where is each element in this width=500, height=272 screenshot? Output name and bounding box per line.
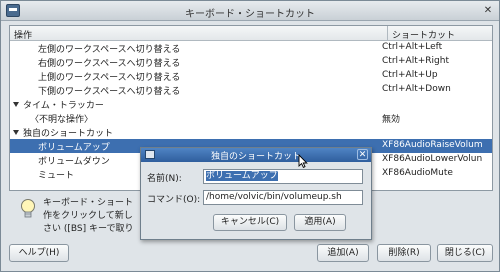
row-shortcut-label: 無効 — [382, 115, 401, 125]
name-field[interactable]: ボリュームアップ — [203, 169, 363, 184]
row-action-label: ボリュームダウン — [38, 157, 110, 167]
dialog-titlebar[interactable]: 独自のショートカット ✕ — [141, 148, 371, 162]
row-shortcut-label: Ctrl+Alt+Right — [382, 56, 449, 66]
list-row-workspace-left[interactable]: 左側のワークスペースへ切り替える Ctrl+Alt+Left — [10, 41, 492, 55]
list-group-custom-shortcuts[interactable]: 独自のショートカット — [10, 125, 492, 139]
command-label: コマンド(O): — [147, 195, 201, 205]
list-row-workspace-down[interactable]: 下側のワークスペースへ切り替える Ctrl+Alt+Down — [10, 83, 492, 97]
list-row-workspace-right[interactable]: 右側のワークスペースへ切り替える Ctrl+Alt+Right — [10, 55, 492, 69]
help-button[interactable]: ヘルプ(H) — [9, 244, 69, 262]
list-header: 操作 ショートカット — [10, 26, 492, 41]
apply-button[interactable]: 適用(A) — [294, 214, 346, 231]
command-field[interactable]: /home/volvic/bin/volumeup.sh — [203, 190, 363, 205]
row-action-label: ボリュームアップ — [38, 143, 110, 153]
row-action-label: 左側のワークスペースへ切り替える — [38, 45, 181, 55]
window-close-icon[interactable]: ✕ — [481, 4, 495, 18]
row-action-label: 〈不明な操作〉 — [30, 115, 94, 125]
window-titlebar[interactable]: キーボード・ショートカット ✕ — [1, 1, 499, 21]
name-label: 名前(N): — [147, 174, 182, 184]
lightbulb-icon — [21, 199, 35, 218]
mouse-pointer-icon — [298, 154, 308, 168]
list-row-workspace-up[interactable]: 上側のワークスペースへ切り替える Ctrl+Alt+Up — [10, 69, 492, 83]
row-shortcut-label: Ctrl+Alt+Left — [382, 42, 443, 52]
column-header-action[interactable]: 操作 — [14, 28, 32, 41]
close-button[interactable]: 閉じる(C) — [437, 244, 493, 262]
cancel-button[interactable]: キャンセル(C) — [213, 214, 287, 231]
name-field-value: ボリュームアップ — [206, 171, 278, 181]
row-action-label: 下側のワークスペースへ切り替える — [38, 87, 181, 97]
group-label-custom: 独自のショートカット — [13, 126, 113, 139]
row-action-label: 右側のワークスペースへ切り替える — [38, 59, 181, 69]
row-shortcut-label: XF86AudioMute — [382, 168, 453, 178]
window-title: キーボード・ショートカット — [185, 9, 315, 20]
row-shortcut-label: XF86AudioLowerVolun — [382, 154, 483, 164]
expander-triangle-icon[interactable] — [13, 130, 19, 135]
custom-shortcut-dialog: 独自のショートカット ✕ 名前(N): ボリュームアップ コマンド(O): /h… — [140, 147, 372, 240]
row-action-label: ミュート — [38, 171, 75, 181]
expander-triangle-icon[interactable] — [13, 102, 19, 107]
add-button[interactable]: 追加(A) — [317, 244, 369, 262]
dialog-title: 独自のショートカット — [210, 152, 301, 162]
row-shortcut-label: XF86AudioRaiseVolum — [382, 140, 483, 150]
list-group-time-tracker[interactable]: タイム・トラッカー — [10, 97, 492, 111]
column-header-shortcut[interactable]: ショートカット — [392, 28, 455, 41]
group-label: タイム・トラッカー — [23, 101, 104, 111]
row-shortcut-label: Ctrl+Alt+Down — [382, 84, 451, 94]
group-label: 独自のショートカット — [23, 129, 114, 139]
dialog-close-icon[interactable]: ✕ — [357, 149, 368, 160]
column-divider[interactable] — [387, 26, 388, 41]
row-shortcut-label: Ctrl+Alt+Up — [382, 70, 438, 80]
delete-button[interactable]: 削除(R) — [377, 244, 431, 262]
list-row-unknown-action[interactable]: 〈不明な操作〉 無効 — [10, 111, 492, 125]
group-label-time-tracker: タイム・トラッカー — [13, 98, 104, 111]
row-action-label: 上側のワークスペースへ切り替える — [38, 73, 181, 83]
